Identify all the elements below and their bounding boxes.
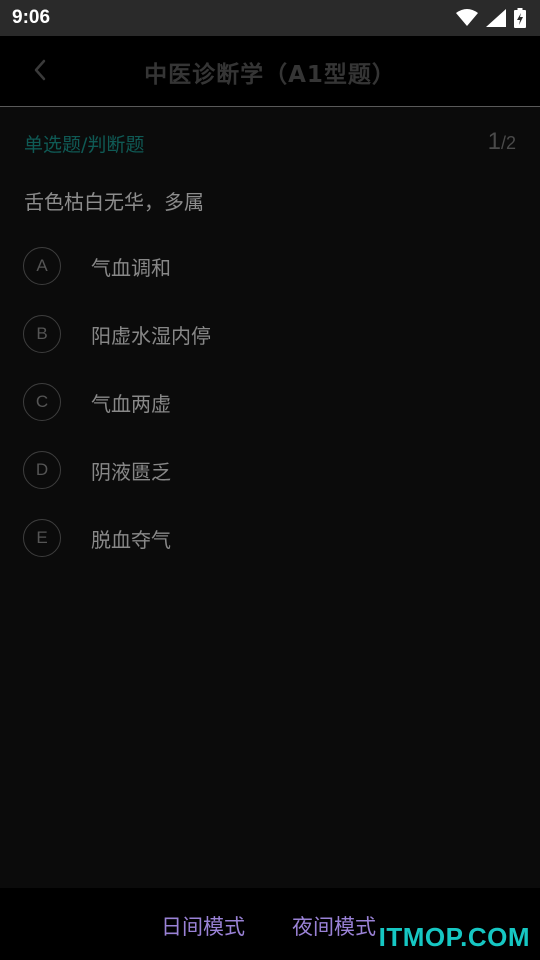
- option-e[interactable]: E 脱血夺气: [23, 519, 503, 557]
- option-letter: A: [23, 247, 61, 285]
- option-letter: C: [23, 383, 61, 421]
- status-time: 9:06: [12, 7, 51, 28]
- total-question-count: 2: [505, 133, 516, 153]
- option-a[interactable]: A 气血调和: [23, 247, 503, 285]
- watermark-logo: ITMOP.COM: [378, 922, 530, 952]
- current-question-number: 1: [487, 128, 501, 155]
- day-mode-button[interactable]: 日间模式: [161, 911, 245, 941]
- signal-icon: [486, 9, 506, 27]
- battery-charging-icon: [514, 8, 526, 28]
- option-letter: E: [23, 519, 61, 557]
- option-text: 气血调和: [91, 255, 171, 280]
- status-icons: [456, 8, 526, 28]
- option-text: 阴液匮乏: [91, 459, 171, 484]
- night-mode-button[interactable]: 夜间模式: [292, 911, 376, 941]
- option-letter: D: [23, 451, 61, 489]
- option-b[interactable]: B 阳虚水湿内停: [23, 315, 503, 353]
- option-text: 阳虚水湿内停: [91, 323, 211, 348]
- page-title: 中医诊断学（A1型题）: [144, 61, 396, 88]
- status-bar: 9:06: [0, 0, 540, 36]
- option-c[interactable]: C 气血两虚: [23, 383, 503, 421]
- question-counter: 1/2: [488, 128, 516, 156]
- question-text: 舌色枯白无华，多属: [24, 190, 204, 214]
- option-letter: B: [23, 315, 61, 353]
- app-header: 中医诊断学（A1型题）: [0, 36, 540, 107]
- question-type-label: 单选题/判断题: [24, 134, 145, 156]
- option-text: 脱血夺气: [91, 527, 171, 552]
- bottom-bar: 日间模式 夜间模式 ITMOP.COM: [0, 888, 540, 960]
- option-text: 气血两虚: [91, 391, 171, 416]
- option-d[interactable]: D 阴液匮乏: [23, 451, 503, 489]
- wifi-icon: [456, 9, 478, 27]
